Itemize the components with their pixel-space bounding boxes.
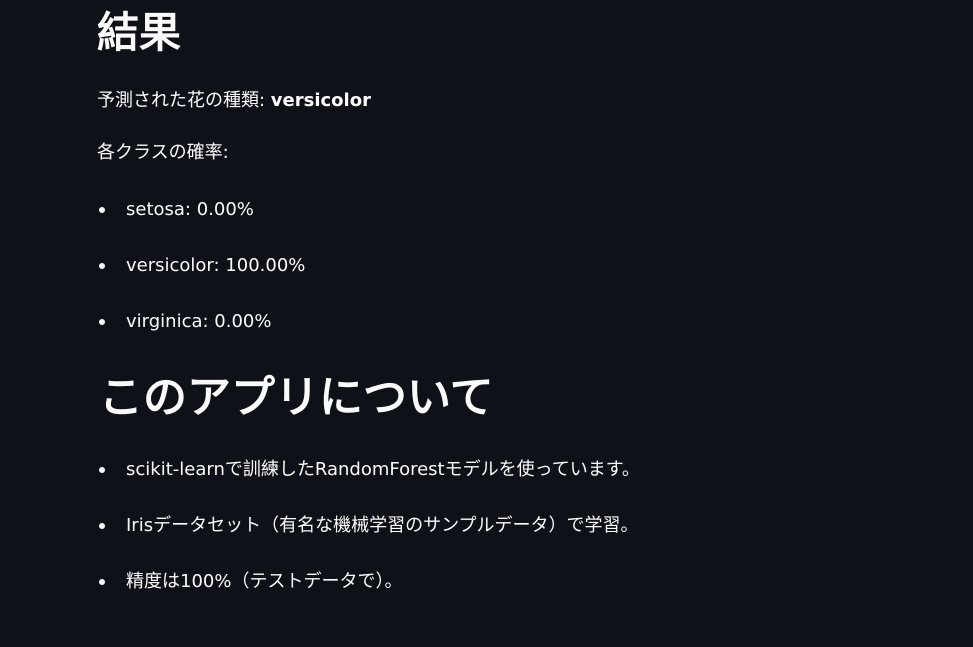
list-item-text: setosa: 0.00%: [126, 199, 254, 220]
list-item: setosa: 0.00%: [97, 198, 305, 254]
list-item: scikit-learnで訓練したRandomForestモデルを使っています。: [97, 458, 640, 514]
bullet-icon: [99, 207, 105, 213]
bullet-icon: [99, 579, 105, 585]
about-heading: このアプリについて: [99, 372, 494, 423]
list-item-text: virginica: 0.00%: [126, 311, 272, 332]
list-item: virginica: 0.00%: [97, 310, 305, 366]
prediction-text: 予測された花の種類: versicolor: [97, 88, 371, 113]
list-item-text: scikit-learnで訓練したRandomForestモデルを使っています。: [126, 459, 640, 480]
list-item: Irisデータセット（有名な機械学習のサンプルデータ）で学習。: [97, 514, 640, 570]
list-item-text: 精度は100%（テストデータで）。: [126, 571, 403, 592]
probability-list: setosa: 0.00% versicolor: 100.00% virgin…: [97, 198, 305, 366]
bullet-icon: [99, 467, 105, 473]
list-item: 精度は100%（テストデータで）。: [97, 570, 640, 626]
bullet-icon: [99, 263, 105, 269]
about-list: scikit-learnで訓練したRandomForestモデルを使っています。…: [97, 458, 640, 626]
bullet-icon: [99, 319, 105, 325]
prediction-value: versicolor: [270, 90, 371, 111]
result-heading: 結果: [97, 8, 182, 57]
prediction-label: 予測された花の種類:: [97, 90, 271, 111]
probability-heading: 各クラスの確率:: [97, 142, 229, 163]
list-item-text: Irisデータセット（有名な機械学習のサンプルデータ）で学習。: [126, 515, 639, 536]
list-item: versicolor: 100.00%: [97, 254, 305, 310]
list-item-text: versicolor: 100.00%: [126, 255, 306, 276]
bullet-icon: [99, 523, 105, 529]
